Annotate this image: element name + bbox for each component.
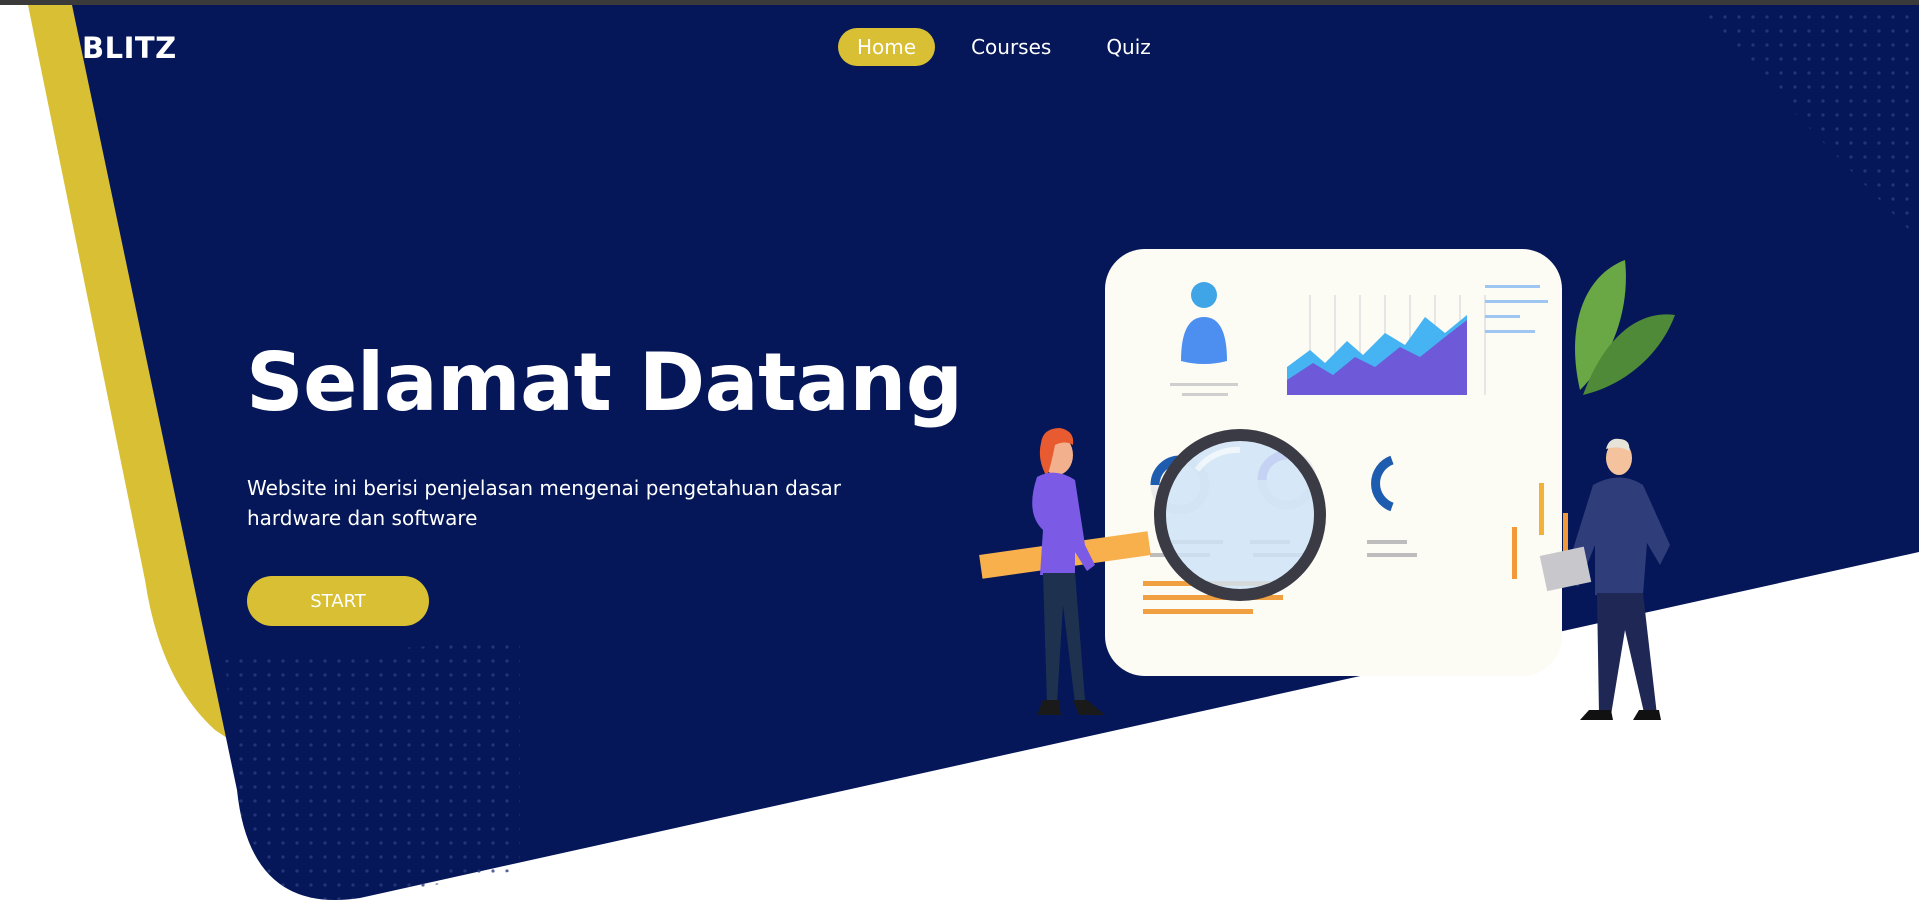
dot-pattern-bottom [225, 640, 520, 901]
woman-figure-icon [1032, 428, 1105, 715]
hero-description: Website ini berisi penjelasan mengenai p… [247, 476, 841, 530]
start-button[interactable]: START [247, 576, 429, 626]
hero-title: Selamat Datang [246, 336, 963, 429]
nav-quiz[interactable]: Quiz [1087, 28, 1169, 66]
main-nav: Home Courses Quiz [838, 28, 1187, 66]
brand-logo[interactable]: BLITZ [82, 31, 177, 65]
data-analysis-illustration [979, 249, 1675, 720]
leaf-icon [1575, 260, 1675, 395]
nav-home[interactable]: Home [838, 28, 936, 66]
nav-courses[interactable]: Courses [952, 28, 1070, 66]
